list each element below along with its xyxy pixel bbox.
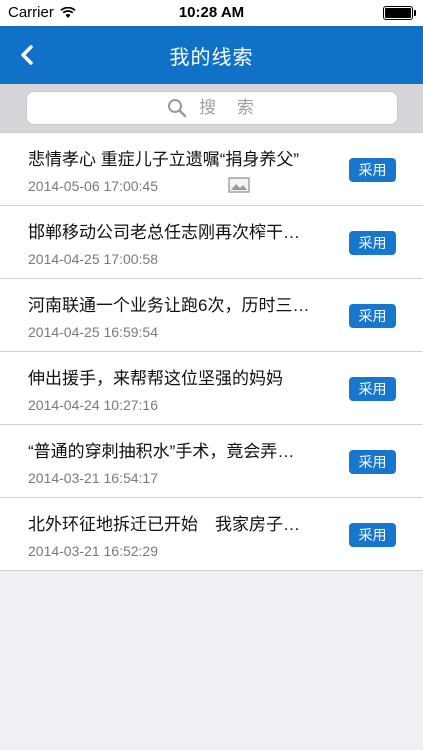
search-box[interactable]: [25, 91, 398, 125]
list-item[interactable]: 北外环征地拆迁已开始 我家房子… 2014-03-21 16:52:29 采用: [0, 498, 423, 571]
chevron-left-icon: [21, 45, 33, 65]
item-date: 2014-03-21 16:52:29: [28, 543, 158, 559]
clue-list: 悲情孝心 重症儿子立遗嘱“捐身养父” 2014-05-06 17:00:45 采…: [0, 133, 423, 571]
list-item[interactable]: “普通的穿刺抽积水”手术，竟会弄… 2014-03-21 16:54:17 采用: [0, 425, 423, 498]
item-date: 2014-05-06 17:00:45: [28, 178, 158, 194]
status-right: [383, 6, 416, 20]
adopt-button[interactable]: 采用: [349, 523, 396, 547]
search-input[interactable]: [26, 92, 397, 124]
status-time: 10:28 AM: [178, 4, 245, 21]
status-bar: Carrier 10:28 AM: [0, 0, 423, 26]
item-title: 北外环征地拆迁已开始 我家房子…: [28, 515, 300, 534]
search-bar: [0, 84, 423, 133]
item-title: 河南联通一个业务让跑6次，历时三…: [28, 296, 310, 315]
list-item[interactable]: 伸出援手，来帮帮这位坚强的妈妈 2014-04-24 10:27:16 采用: [0, 352, 423, 425]
item-title: 伸出援手，来帮帮这位坚强的妈妈: [28, 369, 283, 388]
image-attachment-icon: [228, 177, 250, 193]
adopt-button[interactable]: 采用: [349, 377, 396, 401]
list-item[interactable]: 邯郸移动公司老总任志刚再次榨干… 2014-04-25 17:00:58 采用: [0, 206, 423, 279]
adopt-button[interactable]: 采用: [349, 304, 396, 328]
adopt-button[interactable]: 采用: [349, 158, 396, 182]
back-button[interactable]: [10, 38, 44, 72]
item-date: 2014-03-21 16:54:17: [28, 470, 158, 486]
item-date: 2014-04-24 10:27:16: [28, 397, 158, 413]
item-title: 悲情孝心 重症儿子立遗嘱“捐身养父”: [28, 150, 300, 169]
battery-icon: [383, 6, 416, 20]
page-title: 我的线索: [169, 46, 254, 69]
item-title: 邯郸移动公司老总任志刚再次榨干…: [28, 223, 300, 242]
item-date: 2014-04-25 16:59:54: [28, 324, 158, 340]
nav-bar: 我的线索: [0, 26, 423, 84]
item-date: 2014-04-25 17:00:58: [28, 251, 158, 267]
adopt-button[interactable]: 采用: [349, 231, 396, 255]
list-item[interactable]: 悲情孝心 重症儿子立遗嘱“捐身养父” 2014-05-06 17:00:45 采…: [0, 133, 423, 206]
item-title: “普通的穿刺抽积水”手术，竟会弄…: [28, 442, 295, 461]
adopt-button[interactable]: 采用: [349, 450, 396, 474]
list-item[interactable]: 河南联通一个业务让跑6次，历时三… 2014-04-25 16:59:54 采用: [0, 279, 423, 352]
